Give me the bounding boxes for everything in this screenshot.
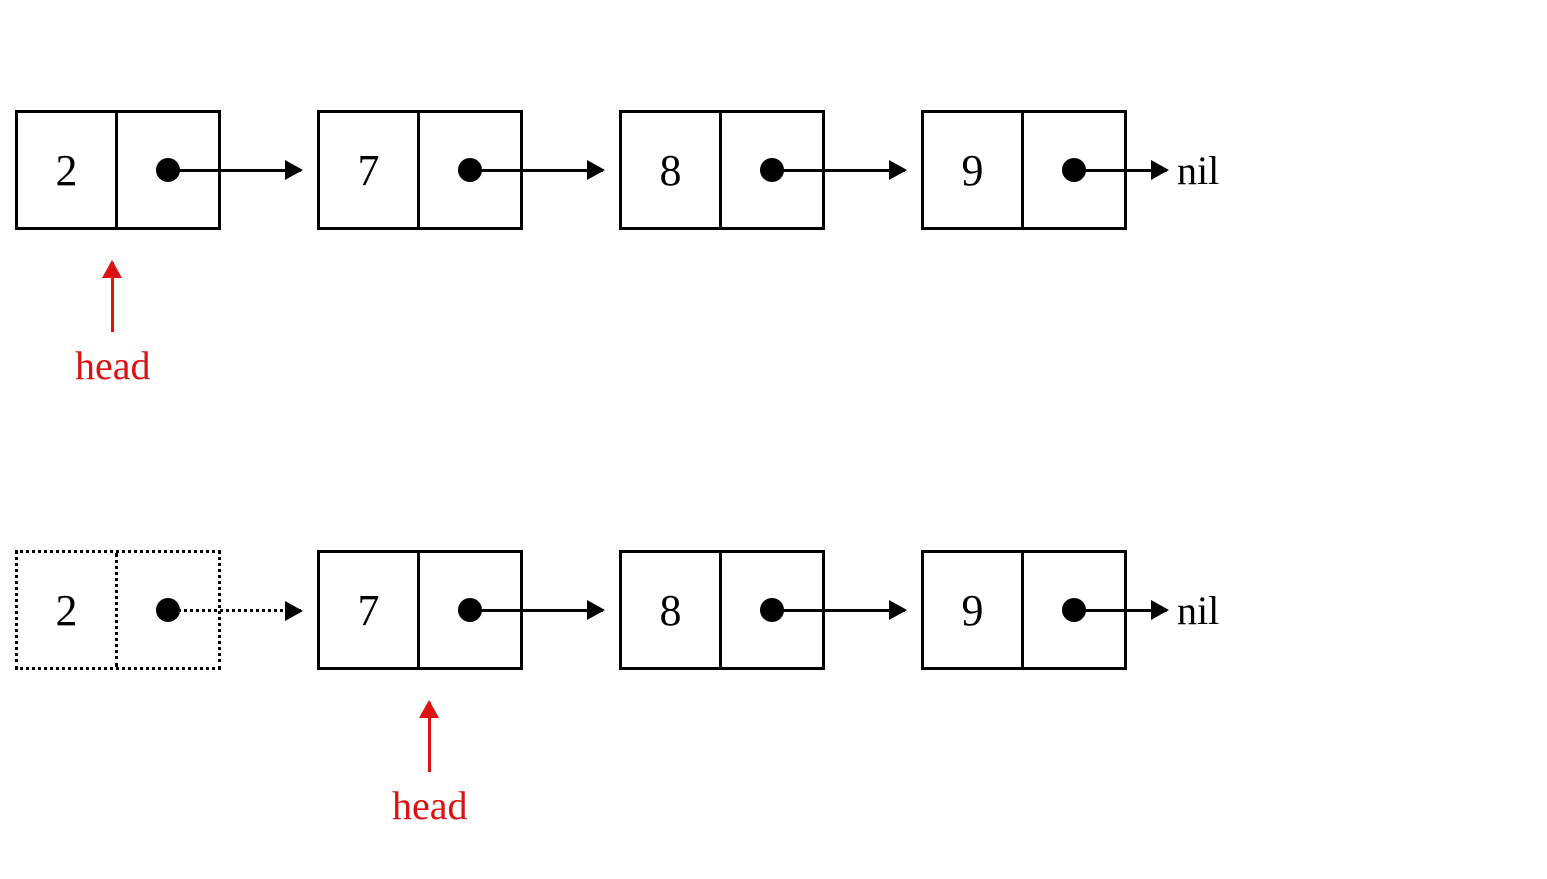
nil-terminator: nil bbox=[1177, 587, 1219, 634]
node-value: 2 bbox=[18, 113, 118, 227]
node-value: 8 bbox=[622, 553, 722, 667]
arrow-icon bbox=[1077, 169, 1167, 172]
node-value: 9 bbox=[924, 113, 1024, 227]
linked-list-after: 2 7 8 9 nil bbox=[15, 550, 1219, 670]
node-value: 8 bbox=[622, 113, 722, 227]
node-value: 7 bbox=[320, 553, 420, 667]
dashed-arrow-icon bbox=[171, 609, 301, 612]
head-label: head bbox=[392, 782, 468, 829]
arrow-icon bbox=[775, 609, 905, 612]
arrow-icon bbox=[473, 609, 603, 612]
arrow-icon bbox=[473, 169, 603, 172]
arrow-icon bbox=[775, 169, 905, 172]
head-pointer-after: head bbox=[392, 702, 468, 829]
linked-list-before: 2 7 8 9 nil bbox=[15, 110, 1219, 230]
node-value: 9 bbox=[924, 553, 1024, 667]
node-value: 7 bbox=[320, 113, 420, 227]
nil-terminator: nil bbox=[1177, 147, 1219, 194]
head-pointer-before: head bbox=[75, 262, 151, 389]
arrow-icon bbox=[171, 169, 301, 172]
head-label: head bbox=[75, 342, 151, 389]
up-arrow-icon bbox=[111, 262, 114, 332]
arrow-icon bbox=[1077, 609, 1167, 612]
up-arrow-icon bbox=[428, 702, 431, 772]
node-value: 2 bbox=[18, 553, 118, 667]
